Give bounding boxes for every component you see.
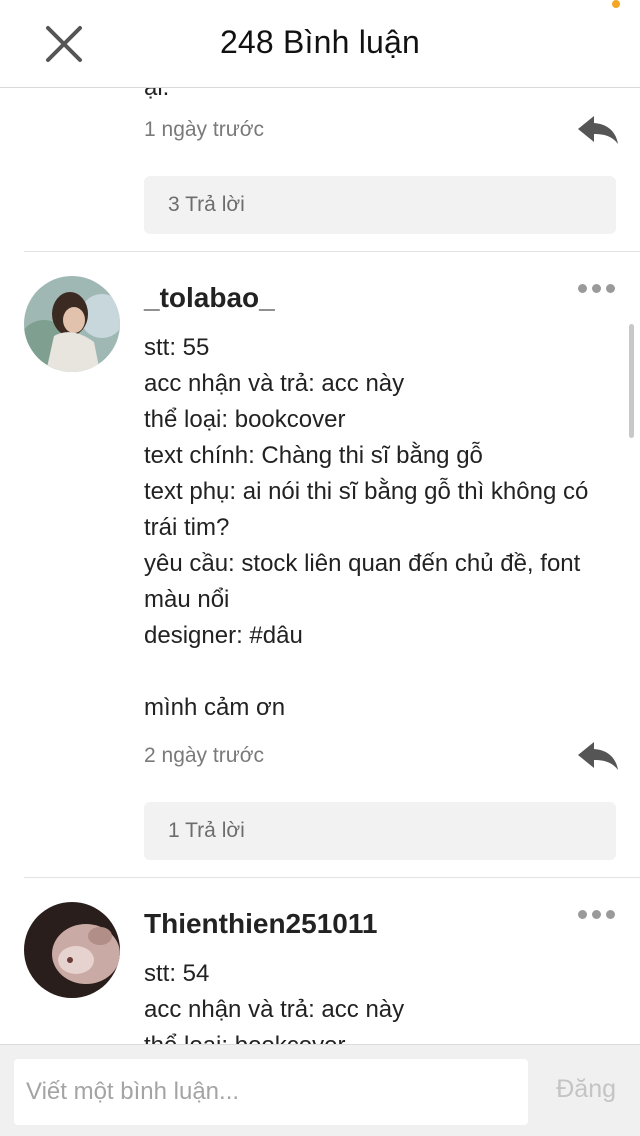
comment-body: stt: 55 acc nhận và trả: acc này thể loạ… [144,334,589,721]
comment-composer: Đăng [0,1044,640,1136]
notification-dot [612,0,620,8]
more-options-icon[interactable] [578,908,616,922]
comment-body: stt: 54 acc nhận và trả: acc này thể loạ… [144,960,405,1044]
reply-icon[interactable] [576,114,620,146]
reply-icon[interactable] [576,740,620,772]
view-replies-button[interactable]: 3 Trả lời [144,176,616,234]
avatar[interactable] [24,276,120,372]
comment-meta: 2 ngày trước [144,736,620,776]
view-replies-button[interactable]: 1 Trả lời [144,802,616,860]
comment-input[interactable] [14,1059,528,1125]
comment-timestamp: 1 ngày trước [144,118,265,141]
divider [24,877,640,878]
scrollbar[interactable] [629,324,634,438]
comment-meta: 1 ngày trước [144,110,620,150]
previous-comment-tail: ại. [144,88,169,102]
post-button[interactable]: Đăng [556,1075,616,1104]
page-title: 248 Bình luận [219,24,421,60]
divider [24,251,640,252]
comment-username[interactable]: _tolabao_ [144,282,275,314]
header-bar: 248 Bình luận [0,0,640,88]
more-options-icon[interactable] [578,282,616,296]
comment-feed[interactable]: ại. 1 ngày trước 3 Trả lời _tolabao_ stt… [0,88,640,1044]
comment-timestamp: 2 ngày trước [144,744,265,767]
comment-username[interactable]: Thienthien251011 [144,908,377,940]
avatar[interactable] [24,902,120,998]
